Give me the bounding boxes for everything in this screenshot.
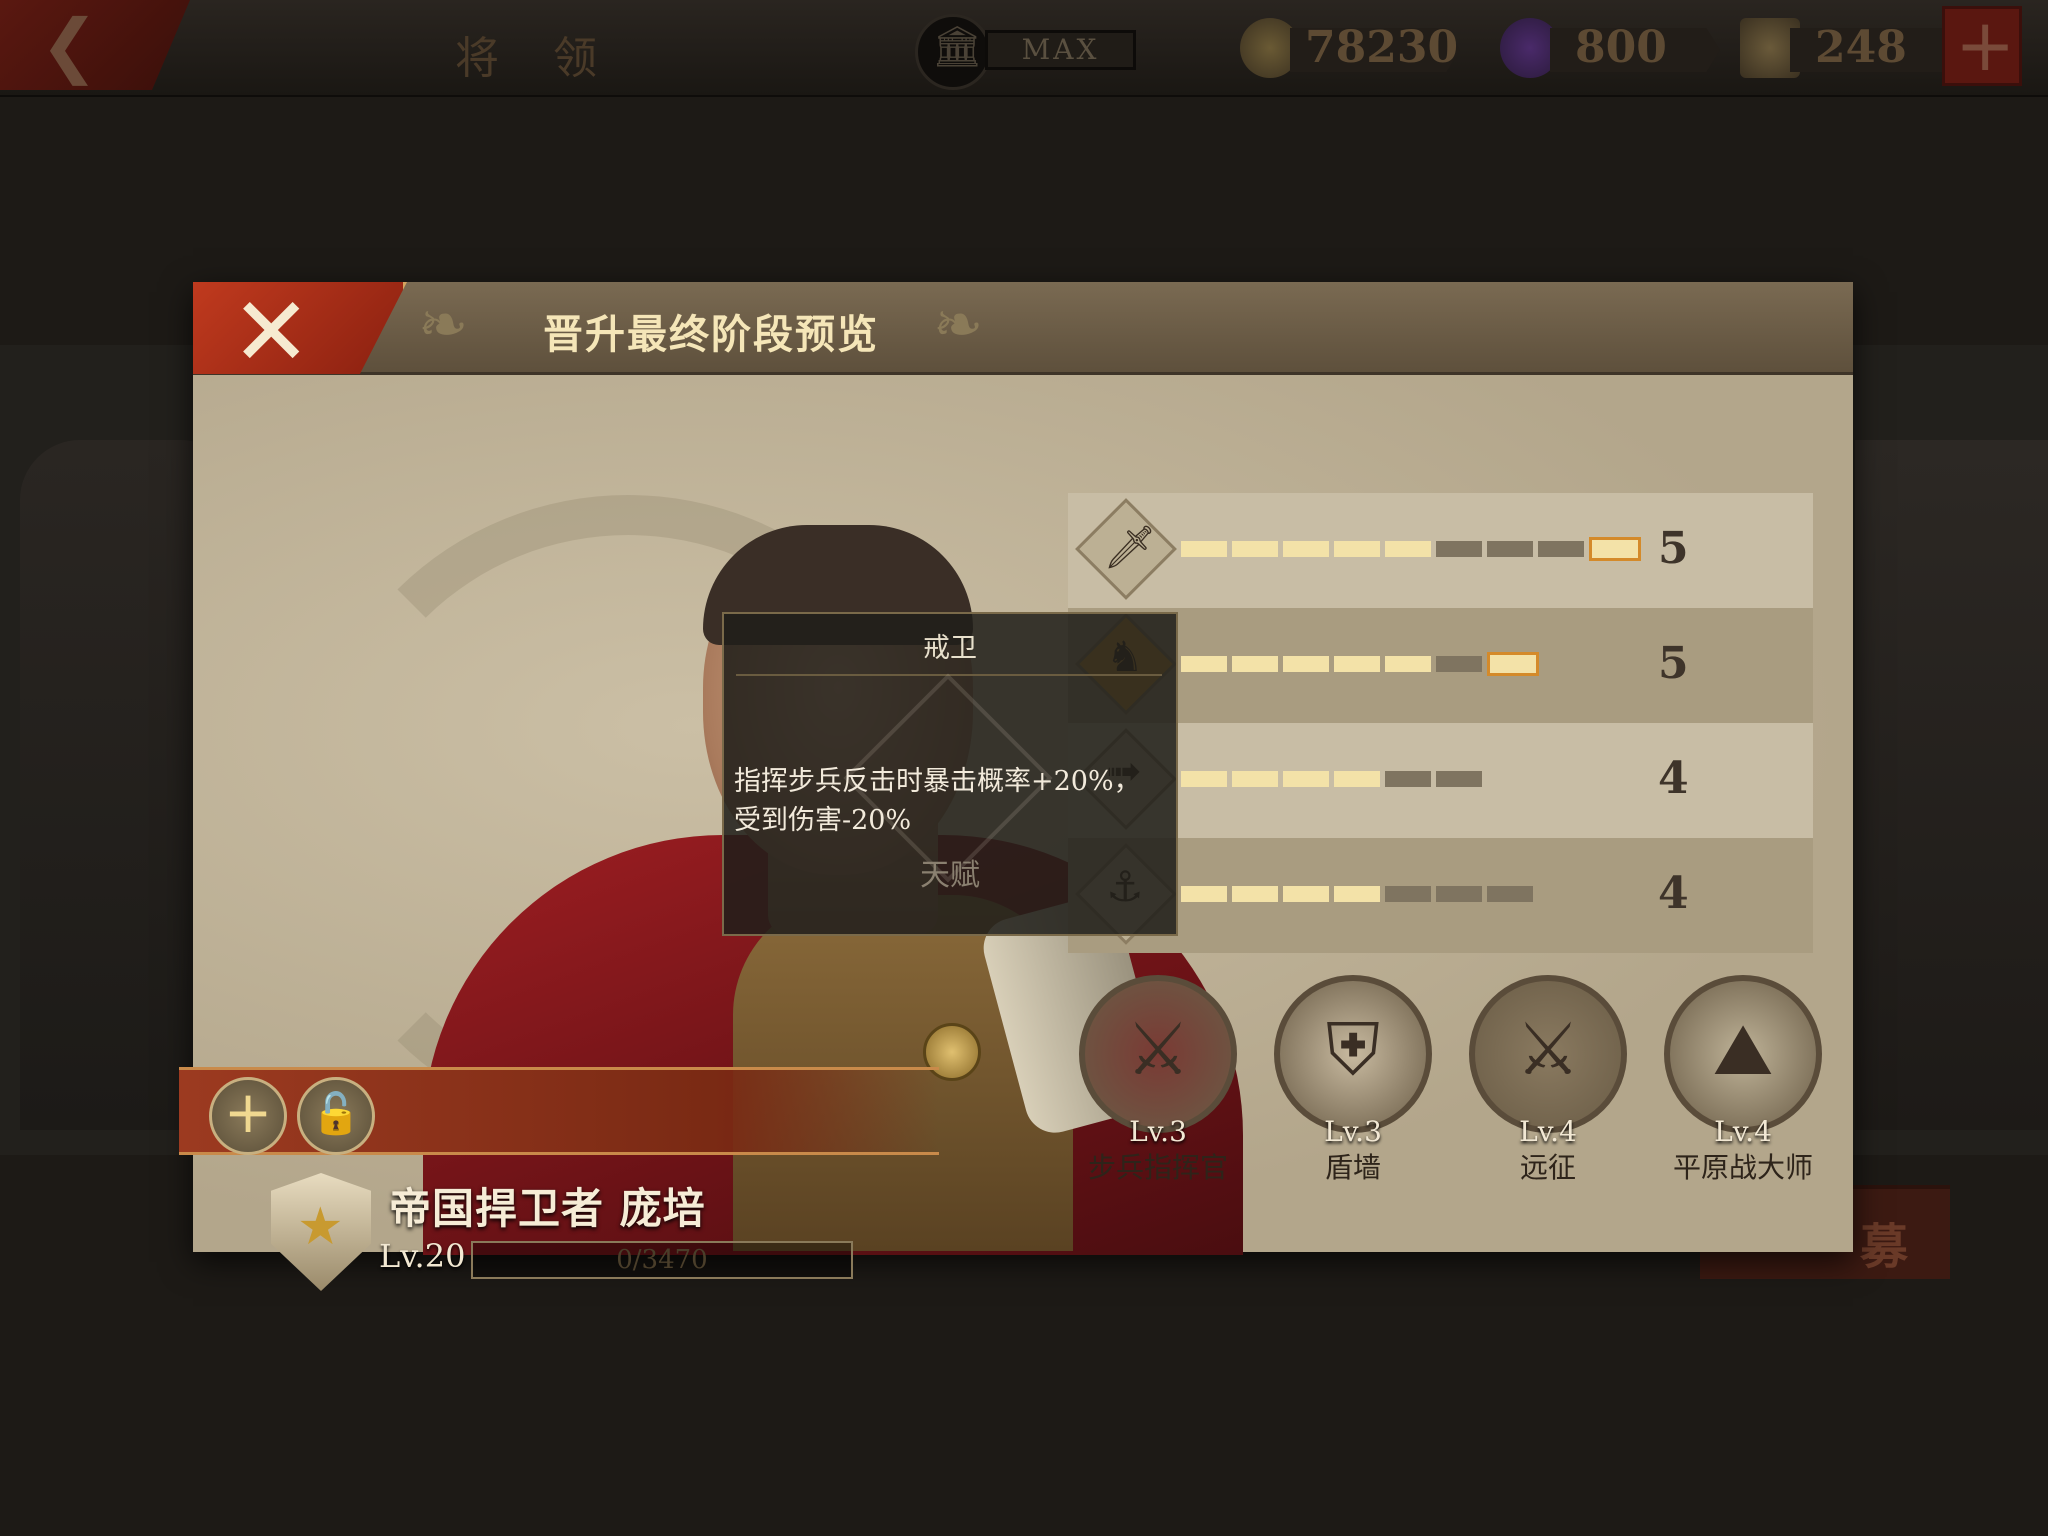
skill-name: 平原战大师 <box>1672 1151 1813 1184</box>
attribute-segment-next <box>1589 537 1641 561</box>
tooltip-title: 戒卫 <box>923 633 977 664</box>
attribute-segment <box>1487 886 1533 902</box>
skill-shield-wall[interactable]: ⛨ Lv.3 盾墙 <box>1263 975 1443 1186</box>
attribute-segment <box>1283 656 1329 672</box>
skill-plains-master[interactable]: ⛰ Lv.4 平原战大师 <box>1653 975 1833 1186</box>
background-portrait-right <box>1855 440 2048 1130</box>
attribute-segment <box>1334 886 1380 902</box>
attribute-segment <box>1385 656 1431 672</box>
attribute-segment <box>1487 541 1533 557</box>
attribute-value: 5 <box>1658 523 1689 574</box>
experience-bar: 0/3470 <box>471 1241 853 1279</box>
attribute-segment <box>1283 541 1329 557</box>
skill-level: Lv.3 <box>1324 1115 1382 1148</box>
add-button[interactable]: + <box>209 1077 287 1155</box>
screen-title: 将 领 <box>455 33 617 84</box>
crossed-swords-icon: ⚔ <box>1079 975 1237 1133</box>
attribute-segment <box>1181 541 1227 557</box>
attribute-segment <box>1334 541 1380 557</box>
attribute-segment <box>1232 541 1278 557</box>
add-resource-button[interactable]: + <box>1942 3 2022 87</box>
attribute-segment <box>1436 541 1482 557</box>
experience-text: 0/3470 <box>616 1245 708 1275</box>
sword-icon: 🗡 <box>1075 498 1177 600</box>
attribute-segment <box>1385 771 1431 787</box>
attribute-segment <box>1283 771 1329 787</box>
building-icon: 🏛 <box>915 14 991 90</box>
attribute-segment <box>1232 886 1278 902</box>
attribute-row-naval: ⚓ 4 <box>1068 838 1813 953</box>
attribute-segment <box>1538 541 1584 557</box>
skill-name: 远征 <box>1519 1151 1576 1184</box>
marching-soldiers-icon: ⚔ <box>1469 975 1627 1133</box>
skill-name: 盾墙 <box>1324 1151 1381 1184</box>
skill-list: ⚔ Lv.3 步兵指挥官 ⛨ Lv.3 盾墙 ⚔ Lv.4 远征 ⛰ Lv.4 … <box>1068 975 1828 1184</box>
top-bar: ❮ 将 领 🏛 MAX 78230 800 248 + <box>0 0 2048 97</box>
attribute-row-archery: ➟ 4 <box>1068 723 1813 838</box>
dialog-title: 晋升最终阶段预览 <box>543 311 879 358</box>
attribute-row-attack: 🗡 5 <box>1068 493 1813 608</box>
attribute-segment <box>1232 771 1278 787</box>
skill-expedition[interactable]: ⚔ Lv.4 远征 <box>1458 975 1638 1186</box>
commander-name: 帝国捍卫者 庞培 <box>389 1184 706 1233</box>
close-icon: ✕ <box>231 276 312 388</box>
commander-level: Lv.20 <box>379 1237 466 1275</box>
plus-icon: + <box>223 1078 273 1146</box>
attribute-segment <box>1385 541 1431 557</box>
skill-name: 步兵指挥官 <box>1087 1151 1228 1184</box>
medals-value: 248 <box>1815 22 1907 73</box>
attribute-segment <box>1436 656 1482 672</box>
laurel-left-icon: ❧ <box>418 290 469 360</box>
back-button[interactable]: ❮ <box>0 0 190 90</box>
shield-wall-icon: ⛨ <box>1274 975 1432 1133</box>
attribute-segment <box>1334 656 1380 672</box>
star-icon: ★ <box>297 1197 344 1257</box>
attribute-row-cavalry: ♞ 5 <box>1068 608 1813 723</box>
attribute-segment <box>1385 886 1431 902</box>
skill-level: Lv.4 <box>1519 1115 1577 1148</box>
attribute-segment <box>1436 886 1482 902</box>
attribute-segment <box>1181 656 1227 672</box>
attribute-segment <box>1181 886 1227 902</box>
attribute-segment <box>1334 771 1380 787</box>
recruit-label: 募 <box>1860 1219 1909 1275</box>
skill-level: Lv.4 <box>1714 1115 1772 1148</box>
tooltip-description: 指挥步兵反击时暴击概率+20%，受到伤害-20% <box>734 766 1141 836</box>
attribute-value: 5 <box>1658 638 1689 689</box>
gems-value: 800 <box>1575 22 1667 73</box>
coins-value: 78230 <box>1305 22 1459 73</box>
attribute-value: 4 <box>1658 868 1689 919</box>
attribute-value: 4 <box>1658 753 1689 804</box>
back-arrow-icon: ❮ <box>40 4 99 86</box>
skill-level: Lv.3 <box>1129 1115 1187 1148</box>
talent-tooltip: 戒卫 指挥步兵反击时暴击概率+20%，受到伤害-20% 天赋 <box>722 612 1178 936</box>
commander-action-band <box>179 1067 939 1155</box>
attribute-segment <box>1436 771 1482 787</box>
laurel-right-icon: ❧ <box>933 290 984 360</box>
dialog-header: ❧ 晋升最终阶段预览 ❧ <box>193 282 1853 375</box>
tooltip-subtitle: 天赋 <box>920 858 980 893</box>
plains-icon: ⛰ <box>1664 975 1822 1133</box>
building-level-bar: MAX <box>985 30 1136 70</box>
skill-infantry-commander[interactable]: ⚔ Lv.3 步兵指挥官 <box>1068 975 1248 1186</box>
plus-icon: + <box>1955 3 2016 87</box>
attribute-list: 🗡 5 ♞ 5 ➟ 4 ⚓ 4 <box>1068 493 1813 953</box>
attribute-segment <box>1232 656 1278 672</box>
lock-icon: 🔓 <box>311 1091 361 1137</box>
attribute-segment-next <box>1487 652 1539 676</box>
attribute-segment <box>1181 771 1227 787</box>
attribute-segment <box>1283 886 1329 902</box>
lock-button[interactable]: 🔓 <box>297 1077 375 1155</box>
